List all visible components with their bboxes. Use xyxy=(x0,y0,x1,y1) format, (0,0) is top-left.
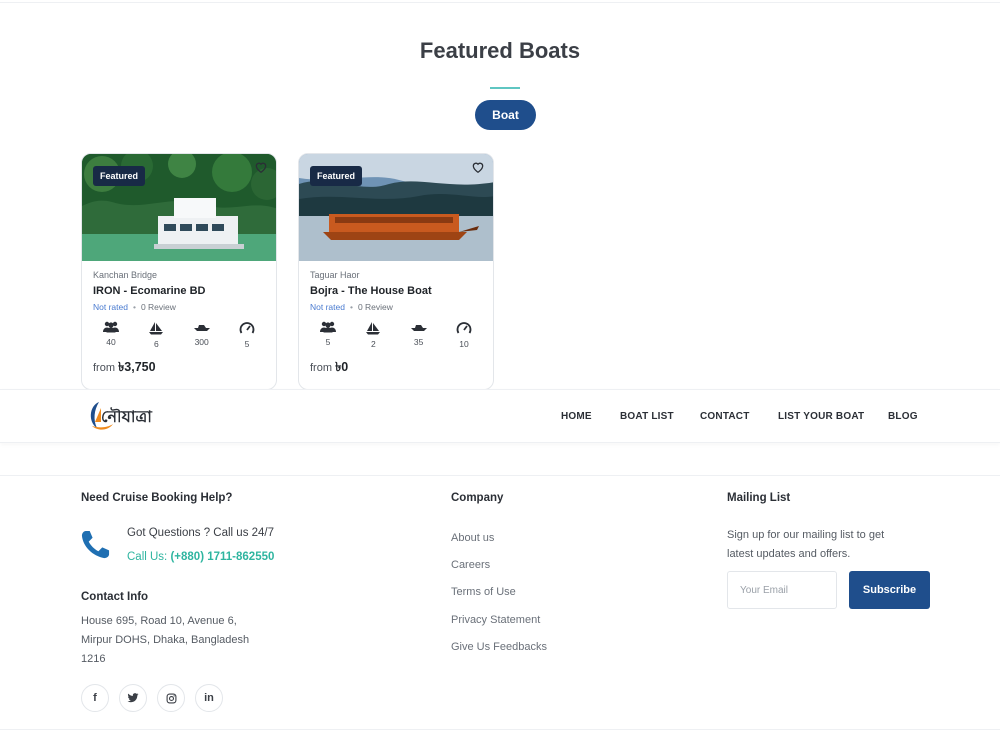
instagram-icon[interactable] xyxy=(157,684,185,712)
feature-value: 6 xyxy=(153,339,159,349)
price-value: ৳3,750 xyxy=(118,360,156,374)
feature-value: 300 xyxy=(194,337,209,347)
feature-value: 2 xyxy=(370,339,376,349)
rating-status: Not rated xyxy=(93,302,128,312)
feature-value: 10 xyxy=(459,339,469,349)
boat-location: Taguar Haor xyxy=(310,270,360,280)
boat-image[interactable]: Featured xyxy=(82,154,276,261)
link-feedback[interactable]: Give Us Feedbacks xyxy=(451,641,547,653)
linkedin-icon[interactable]: in xyxy=(195,684,223,712)
speedboat-icon xyxy=(193,325,210,331)
feature-cabins: 6 xyxy=(140,321,172,349)
link-careers[interactable]: Careers xyxy=(451,559,490,571)
mailing-line: Sign up for our mailing list to get xyxy=(727,529,885,541)
facebook-icon[interactable]: f xyxy=(81,684,109,712)
speed-gauge-icon xyxy=(456,322,472,334)
bottom-divider xyxy=(0,729,1000,730)
filter-tab-boat[interactable]: Boat xyxy=(475,100,536,130)
feature-length: 300 xyxy=(186,321,218,349)
featured-badge: Featured xyxy=(93,166,146,186)
feature-value: 35 xyxy=(413,337,424,347)
address-line: 1216 xyxy=(81,653,106,665)
price-prefix: from xyxy=(93,362,115,374)
sail-icon xyxy=(149,322,164,335)
site-logo[interactable]: নৌযাত্রা xyxy=(87,398,171,434)
social-links: f in xyxy=(81,684,223,712)
title-underline xyxy=(490,87,520,89)
separator-dot: • xyxy=(132,302,136,312)
price-row: from ৳0 xyxy=(310,359,482,379)
separator-dot: • xyxy=(349,302,353,312)
mailing-line: latest updates and offers. xyxy=(727,548,851,560)
phone-number-link[interactable]: (+880) 1711-862550 xyxy=(170,551,274,563)
main-nav: নৌযাত্রা HOME BOAT LIST CONTACT LIST YOU… xyxy=(0,389,1000,443)
link-privacy-statement[interactable]: Privacy Statement xyxy=(451,614,540,626)
company-heading: Company xyxy=(451,492,504,504)
address: House 695, Road 10, Avenue 6, Mirpur DOH… xyxy=(81,612,249,669)
rating-status: Not rated xyxy=(310,302,345,312)
mailing-heading: Mailing List xyxy=(727,492,791,504)
section-title: Featured Boats xyxy=(419,38,581,63)
feature-guests: 5 xyxy=(312,321,344,349)
call-prefix: Call Us: xyxy=(127,551,168,563)
feature-value: 40 xyxy=(106,337,116,347)
link-about-us[interactable]: About us xyxy=(451,532,494,544)
subscribe-button[interactable]: Subscribe xyxy=(849,571,930,609)
feature-guests: 40 xyxy=(95,321,127,349)
nav-list-your-boat[interactable]: LIST YOUR BOAT xyxy=(778,411,864,422)
heart-icon[interactable] xyxy=(471,160,485,174)
guests-icon xyxy=(320,321,336,333)
feature-cabins: 2 xyxy=(357,321,389,349)
nav-home[interactable]: HOME xyxy=(561,411,592,422)
phone-icon xyxy=(81,530,110,559)
review-count: 0 Review xyxy=(357,302,393,312)
boat-card[interactable]: Featured Taguar Haor Bojra - The House B… xyxy=(298,153,494,390)
nav-blog[interactable]: BLOG xyxy=(888,411,918,422)
boat-name[interactable]: IRON - Ecomarine BD xyxy=(93,285,265,297)
feature-speed: 5 xyxy=(231,321,263,349)
address-line: House 695, Road 10, Avenue 6, xyxy=(81,615,237,627)
feature-value: 5 xyxy=(325,337,331,347)
boat-image[interactable]: Featured xyxy=(299,154,493,261)
price-value: ৳0 xyxy=(335,360,349,374)
price-row: from ৳3,750 xyxy=(93,359,265,379)
nav-boat-list[interactable]: BOAT LIST xyxy=(620,411,674,422)
speedboat-icon xyxy=(410,325,427,331)
top-divider xyxy=(0,2,1000,3)
link-terms-of-use[interactable]: Terms of Use xyxy=(451,586,516,598)
feature-speed: 10 xyxy=(448,321,480,349)
nav-contact[interactable]: CONTACT xyxy=(700,411,750,422)
email-input[interactable] xyxy=(727,571,837,609)
address-line: Mirpur DOHS, Dhaka, Bangladesh xyxy=(81,634,250,646)
sail-icon xyxy=(366,322,381,335)
call-row: Call Us: (+880) 1711-862550 xyxy=(127,551,274,563)
feature-value: 5 xyxy=(244,339,250,349)
price-prefix: from xyxy=(310,362,332,374)
boat-location: Kanchan Bridge xyxy=(93,270,158,280)
twitter-icon[interactable] xyxy=(119,684,147,712)
mailing-description: Sign up for our mailing list to get late… xyxy=(727,526,884,564)
logo-text: নৌযাত্রা xyxy=(101,406,153,426)
contact-heading: Contact Info xyxy=(81,591,149,603)
feature-length: 35 xyxy=(403,321,435,349)
footer-divider xyxy=(0,475,1000,476)
featured-badge: Featured xyxy=(310,166,363,186)
review-count: 0 Review xyxy=(140,302,176,312)
boat-card[interactable]: Featured Kanchan Bridge IRON - Ecomarine… xyxy=(81,153,277,390)
speed-gauge-icon xyxy=(239,322,255,334)
boat-name[interactable]: Bojra - The House Boat xyxy=(310,285,482,297)
help-heading: Need Cruise Booking Help? xyxy=(81,492,233,504)
heart-icon[interactable] xyxy=(254,160,268,174)
guests-icon xyxy=(103,321,119,333)
call-question: Got Questions ? Call us 24/7 xyxy=(127,527,275,539)
